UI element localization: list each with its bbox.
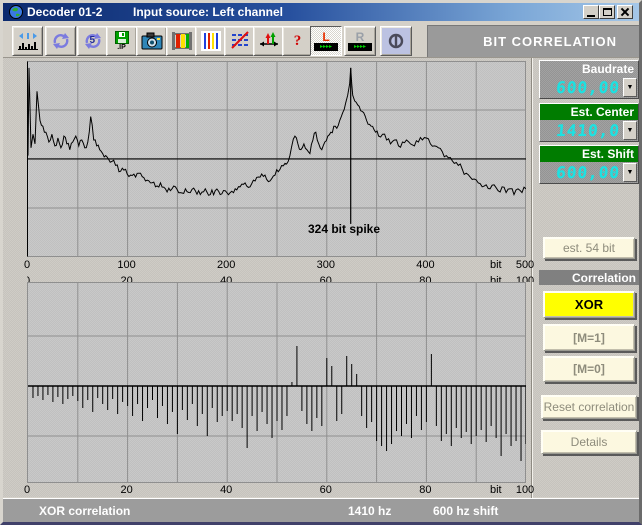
window-subtitle: Input source: Left channel (133, 5, 283, 19)
window-title: Decoder 01-2 (27, 5, 102, 19)
refresh-icon (51, 31, 71, 51)
axis-tick-label: 400 (416, 259, 434, 271)
close-icon (620, 7, 630, 17)
axis-tick-label: 80 (419, 484, 431, 496)
grid-off-icon (230, 31, 250, 51)
correlation-header: Correlation (539, 270, 640, 285)
bottom-axis-labels: 0 20 40 60 80 100 bit (27, 484, 537, 498)
baudrate-value[interactable]: 600,00 (539, 78, 624, 97)
refresh-button[interactable] (45, 26, 76, 56)
est-bit-button[interactable]: est. 54 bit (543, 237, 635, 259)
axis-tick-label: 0 (24, 484, 30, 496)
power-button[interactable] (380, 26, 412, 56)
left-channel-button[interactable]: L ▸▸▸▸ (310, 26, 342, 56)
axis-tick-label: 0 (27, 275, 30, 282)
axis-tick-label: 40 (220, 275, 232, 282)
maximize-icon (603, 8, 612, 16)
toolbar: 5 .IP (3, 21, 639, 57)
axis-scale-icon (258, 31, 280, 51)
axis-tick-label: 0 (24, 259, 30, 271)
status-mode: XOR correlation (39, 504, 130, 518)
close-button[interactable] (617, 5, 633, 19)
grid-off-button[interactable] (224, 26, 255, 56)
spike-annotation: 324 bit spike (259, 222, 429, 236)
chart-area: 324 bit spike 0100200300400500bit 020406… (3, 57, 639, 497)
axis-unit-label: bit (490, 275, 502, 282)
axis-tick-label: 80 (419, 275, 431, 282)
axis-unit-label: bit (490, 259, 502, 271)
right-channel-arrows-icon: ▸▸▸▸ (348, 43, 372, 51)
xor-correlation-bar-chart (27, 282, 526, 483)
color-bars-button[interactable] (166, 26, 197, 56)
app-icon[interactable] (8, 4, 24, 20)
color-lines-icon (201, 31, 221, 51)
axis-tick-label: 20 (120, 484, 132, 496)
app-window: Decoder 01-2 Input source: Left channel (0, 0, 642, 525)
minimize-icon (587, 15, 595, 17)
help-button[interactable]: ? (282, 26, 313, 56)
refresh-5-button[interactable]: 5 (77, 26, 108, 56)
spectrum-icon (17, 31, 39, 51)
clipped-axis-labels: 0 20 40 60 80 100 bit (27, 275, 537, 282)
titlebar[interactable]: Decoder 01-2 Input source: Left channel (3, 3, 639, 21)
axis-tick-label: 60 (320, 275, 332, 282)
axis-tick-label: 20 (120, 275, 132, 282)
right-channel-button[interactable]: R ▸▸▸▸ (344, 26, 376, 56)
left-channel-arrows-icon: ▸▸▸▸ (314, 43, 338, 51)
axis-tick-label: 100 (516, 275, 534, 282)
axis-tick-label: 100 (117, 259, 135, 271)
save-ip-label: .IP (117, 44, 126, 51)
xor-correlation-bars (28, 283, 526, 483)
axis-tick-label: 40 (220, 484, 232, 496)
spectrum-button[interactable] (12, 26, 43, 56)
xor-button[interactable]: XOR (543, 291, 635, 318)
refresh-5-label: 5 (90, 35, 96, 46)
left-channel-label: L (322, 31, 329, 43)
baudrate-dropdown-button[interactable] (623, 78, 637, 97)
est-center-combo: Est. Center 1410,0 (539, 103, 639, 142)
snapshot-button[interactable] (136, 26, 167, 56)
est-center-label: Est. Center (540, 104, 638, 120)
status-center-freq: 1410 hz (348, 504, 391, 518)
statusbar: XOR correlation 1410 hz 600 hz shift (3, 498, 639, 522)
axis-tick-label: 300 (317, 259, 335, 271)
page-title: BIT CORRELATION (427, 25, 639, 57)
color-bars-icon (171, 31, 193, 51)
axis-tick-label: 200 (217, 259, 235, 271)
est-shift-label: Est. Shift (540, 146, 638, 162)
right-channel-label: R (356, 31, 365, 43)
baudrate-label: Baudrate (540, 61, 638, 77)
axis-tick-label: 500 (516, 259, 534, 271)
camera-icon (141, 32, 163, 50)
axis-tick-label: 60 (320, 484, 332, 496)
top-axis-labels: 0 100 200 300 400 500 bit (27, 259, 537, 273)
floppy-icon (115, 31, 129, 44)
axis-unit-label: bit (490, 484, 502, 496)
minimize-button[interactable] (583, 5, 599, 19)
maximize-button[interactable] (599, 5, 615, 19)
m0-button[interactable]: [M=0] (543, 356, 635, 382)
axis-scale-button[interactable] (253, 26, 284, 56)
est-shift-combo: Est. Shift 600,00 (539, 145, 639, 184)
est-center-value[interactable]: 1410,0 (539, 121, 624, 140)
axis-tick-label: 100 (516, 484, 534, 496)
save-ip-button[interactable]: .IP (106, 26, 137, 56)
color-lines-button[interactable] (195, 26, 226, 56)
est-shift-value[interactable]: 600,00 (539, 163, 624, 182)
est-shift-dropdown-button[interactable] (623, 163, 637, 182)
baudrate-combo: Baudrate 600,00 (539, 60, 639, 99)
status-shift-freq: 600 hz shift (433, 504, 498, 518)
help-icon: ? (294, 33, 302, 50)
reset-correlation-button[interactable]: Reset correlation (541, 395, 637, 419)
details-button[interactable]: Details (541, 430, 637, 454)
est-center-dropdown-button[interactable] (623, 121, 637, 140)
m1-button[interactable]: [M=1] (543, 324, 635, 351)
power-icon (387, 32, 405, 50)
